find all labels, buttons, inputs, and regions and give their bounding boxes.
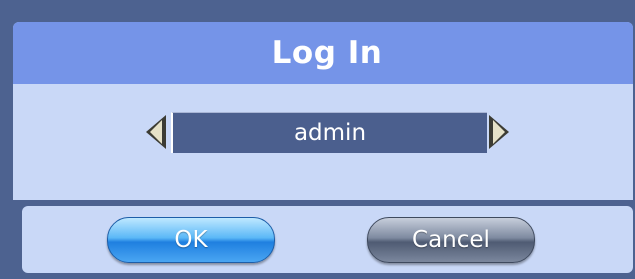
login-dialog: Log In admin xyxy=(13,22,633,200)
ok-button[interactable]: OK xyxy=(107,217,275,263)
window-frame: Log In admin OK Cancel xyxy=(0,0,635,279)
cancel-button[interactable]: Cancel xyxy=(367,217,535,263)
user-name-field[interactable]: admin xyxy=(171,112,487,153)
triangle-right-icon[interactable] xyxy=(489,115,509,149)
dialog-title-bar: Log In xyxy=(13,22,633,84)
triangle-left-icon[interactable] xyxy=(146,115,166,149)
user-selector: admin xyxy=(146,112,510,154)
button-bar: OK Cancel xyxy=(22,206,633,273)
user-name-value: admin xyxy=(293,120,367,146)
ok-button-label: OK xyxy=(174,227,208,253)
dialog-title: Log In xyxy=(271,35,383,71)
cancel-button-label: Cancel xyxy=(412,227,490,253)
